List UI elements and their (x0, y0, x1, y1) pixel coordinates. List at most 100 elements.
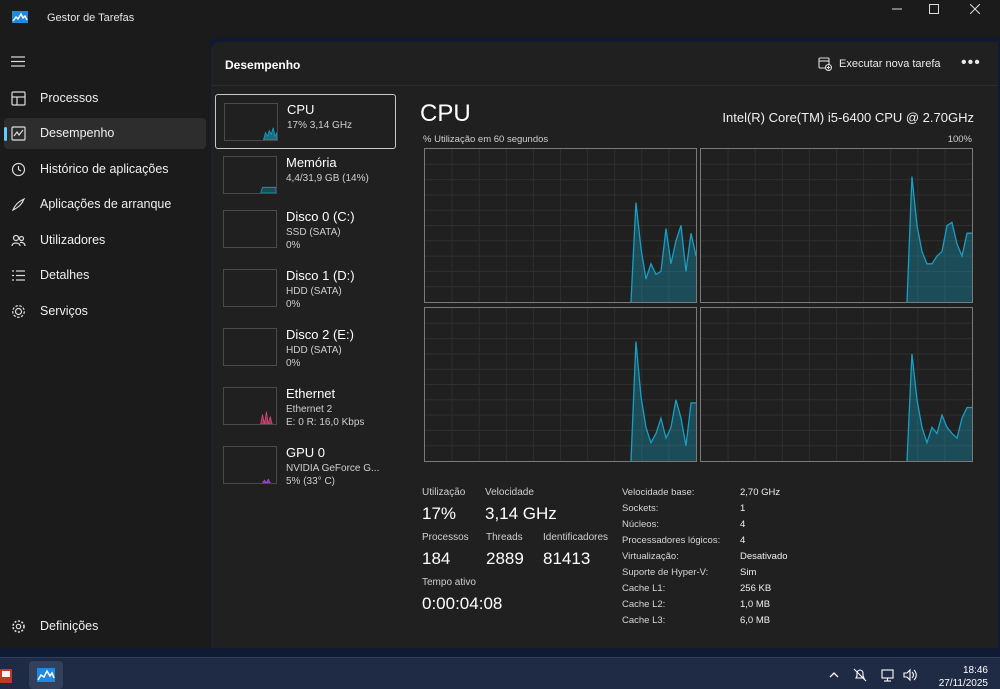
device-usage: 0% (286, 299, 301, 310)
device-detail: 17% 3,14 GHz (287, 120, 353, 131)
maximize-button[interactable] (911, 0, 957, 18)
run-new-task-button[interactable]: Executar nova tarefa (818, 55, 941, 73)
device-usage: 0% (286, 358, 301, 369)
cpu-title: CPU (420, 100, 471, 127)
sidebar-item-label: Definições (40, 619, 99, 633)
spec-value: 4 (740, 535, 746, 546)
task-manager-icon (37, 668, 55, 682)
threads-label: Threads (486, 532, 523, 543)
device-item-disk-2[interactable]: Disco 2 (E:) HDD (SATA) 0% (215, 320, 396, 375)
speed-label: Velocidade (485, 487, 534, 498)
spec-label: Virtualização: (622, 551, 679, 562)
spec-label: Suporte de Hyper-V: (622, 567, 709, 578)
sidebar-item-settings[interactable]: Definições (4, 611, 206, 642)
spec-label: Velocidade base: (622, 487, 695, 498)
device-name: Disco 2 (E:) (286, 327, 354, 342)
device-name: Ethernet (286, 386, 336, 401)
spec-value: Sim (740, 567, 757, 578)
spec-value: 2,70 GHz (740, 487, 781, 498)
device-detail: 4,4/31,9 GB (14%) (286, 173, 369, 184)
core-graph-0 (424, 148, 697, 303)
sidebar-item-startup-apps[interactable]: Aplicações de arranque (4, 189, 206, 220)
uptime-value: 0:00:04:08 (422, 594, 503, 613)
main-header: Desempenho Executar nova tarefa ••• (211, 42, 998, 86)
close-icon (970, 4, 980, 14)
minimize-icon (892, 8, 902, 10)
history-icon (11, 162, 26, 177)
task-manager-app-icon (12, 11, 28, 23)
device-usage: 5% (33° C) (286, 476, 336, 487)
gpu-thumbnail-graph (223, 446, 277, 484)
ethernet-thumbnail-graph (223, 387, 277, 425)
sidebar-item-label: Histórico de aplicações (40, 162, 169, 176)
device-item-memory[interactable]: Memória 4,4/31,9 GB (14%) (215, 148, 396, 203)
spec-label: Núcleos: (622, 519, 659, 530)
device-item-gpu[interactable]: GPU 0 NVIDIA GeForce G... 5% (33° C) (215, 438, 396, 493)
graph-axis-label: % Utilização em 60 segundos (423, 134, 549, 145)
sidebar-item-label: Aplicações de arranque (40, 197, 172, 211)
new-task-icon (818, 57, 832, 71)
sidebar-item-performance[interactable]: Desempenho (4, 118, 206, 149)
spec-label: Processadores lógicos: (622, 535, 721, 546)
sidebar-item-label: Serviços (40, 304, 88, 318)
clock-date: 27/11/2025 (938, 678, 988, 689)
startup-icon (11, 197, 26, 212)
device-detail: Ethernet 2 (286, 404, 333, 415)
spec-value: Desativado (740, 551, 788, 562)
device-name: GPU 0 (286, 445, 326, 460)
clock-time: 18:46 (962, 665, 988, 676)
spec-label: Cache L2: (622, 599, 666, 610)
taskbar-task-manager-button[interactable] (29, 661, 63, 689)
sidebar: Processos Desempenho Histórico de aplica… (0, 38, 210, 648)
title-bar: Gestor de Tarefas (0, 0, 1000, 38)
device-detail: HDD (SATA) (286, 345, 342, 356)
hamburger-menu-icon[interactable] (11, 56, 25, 67)
maximize-icon (929, 4, 939, 14)
sidebar-item-label: Detalhes (40, 268, 90, 282)
memory-thumbnail-graph (223, 156, 277, 194)
processes-icon (11, 91, 26, 106)
volume-icon[interactable] (903, 668, 917, 682)
handles-value: 81413 (543, 549, 591, 568)
clock[interactable]: 18:46 27/11/2025 (939, 664, 988, 689)
sidebar-item-label: Desempenho (40, 126, 115, 140)
device-detail: SSD (SATA) (286, 227, 341, 238)
performance-icon (11, 126, 26, 141)
graph-max-label: 100% (947, 134, 972, 145)
core-graph-3 (700, 307, 973, 462)
close-button[interactable] (952, 0, 998, 18)
device-name: Disco 1 (D:) (286, 268, 355, 283)
device-item-ethernet[interactable]: Ethernet Ethernet 2 E: 0 R: 16,0 Kbps (215, 379, 396, 434)
device-detail: NVIDIA GeForce G... (286, 463, 380, 474)
active-indicator (4, 127, 7, 141)
window-title: Gestor de Tarefas (47, 12, 135, 24)
spec-value: 4 (740, 519, 746, 530)
sidebar-item-services[interactable]: Serviços (4, 296, 206, 327)
network-icon[interactable] (881, 668, 895, 682)
device-item-disk-1[interactable]: Disco 1 (D:) HDD (SATA) 0% (215, 261, 396, 316)
cpu-model: Intel(R) Core(TM) i5-6400 CPU @ 2.70GHz (722, 110, 974, 125)
device-item-disk-0[interactable]: Disco 0 (C:) SSD (SATA) 0% (215, 202, 396, 257)
utilization-label: Utilização (422, 487, 466, 498)
device-throughput: E: 0 R: 16,0 Kbps (286, 417, 365, 428)
utilization-value: 17% (422, 504, 457, 523)
chevron-up-icon[interactable] (827, 668, 841, 682)
device-item-cpu[interactable]: CPU 17% 3,14 GHz (215, 94, 396, 149)
uptime-label: Tempo ativo (422, 577, 476, 588)
device-name: CPU (287, 102, 315, 117)
taskbar: 18:46 27/11/2025 (0, 657, 1000, 689)
device-detail: HDD (SATA) (286, 286, 342, 297)
processes-label: Processos (422, 532, 469, 543)
notifications-off-icon[interactable] (853, 668, 867, 682)
sidebar-item-users[interactable]: Utilizadores (4, 225, 206, 256)
sidebar-item-processes[interactable]: Processos (4, 83, 206, 114)
users-icon (11, 234, 26, 247)
spec-value: 6,0 MB (740, 615, 771, 626)
utilization-area (906, 353, 972, 461)
taskbar-app-icon[interactable] (0, 661, 20, 689)
spec-label: Cache L1: (622, 583, 666, 594)
more-options-button[interactable]: ••• (961, 54, 981, 72)
sidebar-item-details[interactable]: Detalhes (4, 260, 206, 291)
sidebar-item-app-history[interactable]: Histórico de aplicações (4, 154, 206, 185)
speed-value: 3,14 GHz (485, 504, 557, 523)
